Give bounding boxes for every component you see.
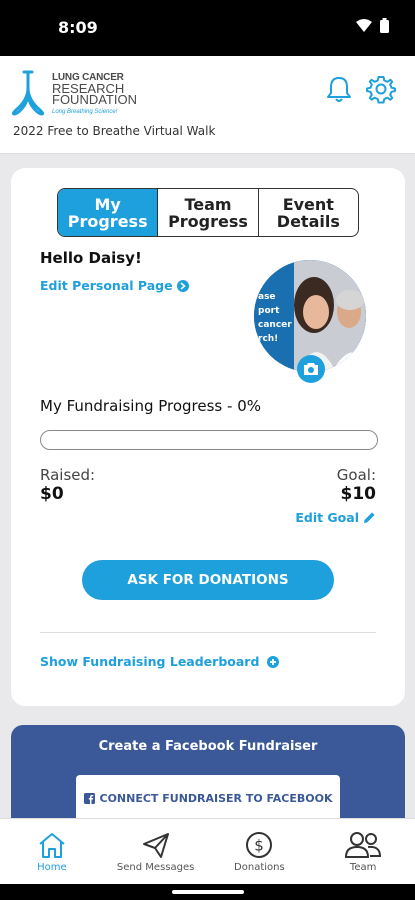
tab-event-details[interactable]: Event Details <box>259 189 358 236</box>
send-icon <box>142 833 169 858</box>
goal-label: Goal: <box>336 466 376 484</box>
svg-text:$: $ <box>255 837 265 855</box>
arrow-circle-right-icon <box>176 279 189 292</box>
fundraising-progress-title: My Fundraising Progress - 0% <box>40 397 261 415</box>
nav-send-messages[interactable]: Send Messages <box>104 819 208 884</box>
home-gesture-pill[interactable] <box>172 890 244 894</box>
avatar-caption: ase port cancer rch! <box>258 292 292 344</box>
progress-tabs: My Progress Team Progress Event Details <box>57 188 359 237</box>
divider <box>40 632 376 633</box>
edit-personal-page-label: Edit Personal Page <box>40 278 173 293</box>
status-bar: 8:09 <box>0 0 415 56</box>
dollar-icon: $ <box>246 832 273 858</box>
team-icon <box>345 832 382 858</box>
facebook-fundraiser-title: Create a Facebook Fundraiser <box>98 739 318 754</box>
edit-personal-page-link[interactable]: Edit Personal Page <box>40 278 189 293</box>
app-header: LUNG CANCER RESEARCH FOUNDATION Long Bre… <box>0 56 415 154</box>
tab-team-progress[interactable]: Team Progress <box>158 189 259 236</box>
change-photo-button[interactable] <box>297 355 325 383</box>
edit-goal-label: Edit Goal <box>295 510 359 525</box>
wifi-icon <box>356 18 372 32</box>
logo-line-3: FOUNDATION <box>52 92 137 107</box>
system-icons <box>356 18 389 33</box>
tab-my-progress[interactable]: My Progress <box>58 189 159 236</box>
status-time: 8:09 <box>58 18 98 37</box>
raised-label: Raised: <box>40 466 96 484</box>
progress-card: My Progress Team Progress Event Details … <box>11 168 405 706</box>
battery-icon <box>380 18 389 33</box>
nav-donations-label: Donations <box>234 862 285 873</box>
ask-for-donations-button[interactable]: ASK FOR DONATIONS <box>82 560 334 600</box>
lungs-logo-icon <box>11 70 45 116</box>
raised-value: $0 <box>40 484 64 504</box>
event-title: 2022 Free to Breathe Virtual Walk <box>13 124 216 138</box>
nav-home[interactable]: Home <box>0 819 104 884</box>
facebook-fundraiser-card: Create a Facebook Fundraiser CONNECT FUN… <box>11 725 405 825</box>
nav-team-label: Team <box>349 862 377 873</box>
lcrf-logo: LUNG CANCER RESEARCH FOUNDATION Long Bre… <box>10 70 137 118</box>
edit-goal-link[interactable]: Edit Goal <box>295 510 376 525</box>
camera-icon <box>304 363 318 375</box>
gear-icon <box>366 76 396 104</box>
notifications-button[interactable] <box>324 74 354 104</box>
connect-facebook-label: CONNECT FUNDRAISER TO FACEBOOK <box>99 791 333 805</box>
nav-team[interactable]: Team <box>311 819 415 884</box>
home-icon <box>39 833 65 858</box>
bottom-navigation: Home Send Messages $ Donations Team <box>0 818 415 884</box>
show-leaderboard-label: Show Fundraising Leaderboard <box>40 654 260 669</box>
connect-facebook-button[interactable]: CONNECT FUNDRAISER TO FACEBOOK <box>76 775 340 821</box>
pencil-icon <box>364 512 375 523</box>
logo-tagline: Long Breathing Science! <box>52 109 118 115</box>
fundraising-progress-bar <box>40 430 378 450</box>
nav-home-label: Home <box>37 862 67 873</box>
settings-button[interactable] <box>366 74 396 104</box>
greeting: Hello Daisy! <box>40 249 142 267</box>
system-navigation-bar <box>0 884 415 900</box>
facebook-icon <box>83 792 95 804</box>
show-leaderboard-link[interactable]: Show Fundraising Leaderboard <box>40 654 280 669</box>
nav-send-messages-label: Send Messages <box>116 862 195 873</box>
plus-circle-icon <box>267 655 280 668</box>
nav-donations[interactable]: $ Donations <box>208 819 312 884</box>
goal-value: $10 <box>340 484 377 504</box>
bell-icon <box>327 77 351 102</box>
